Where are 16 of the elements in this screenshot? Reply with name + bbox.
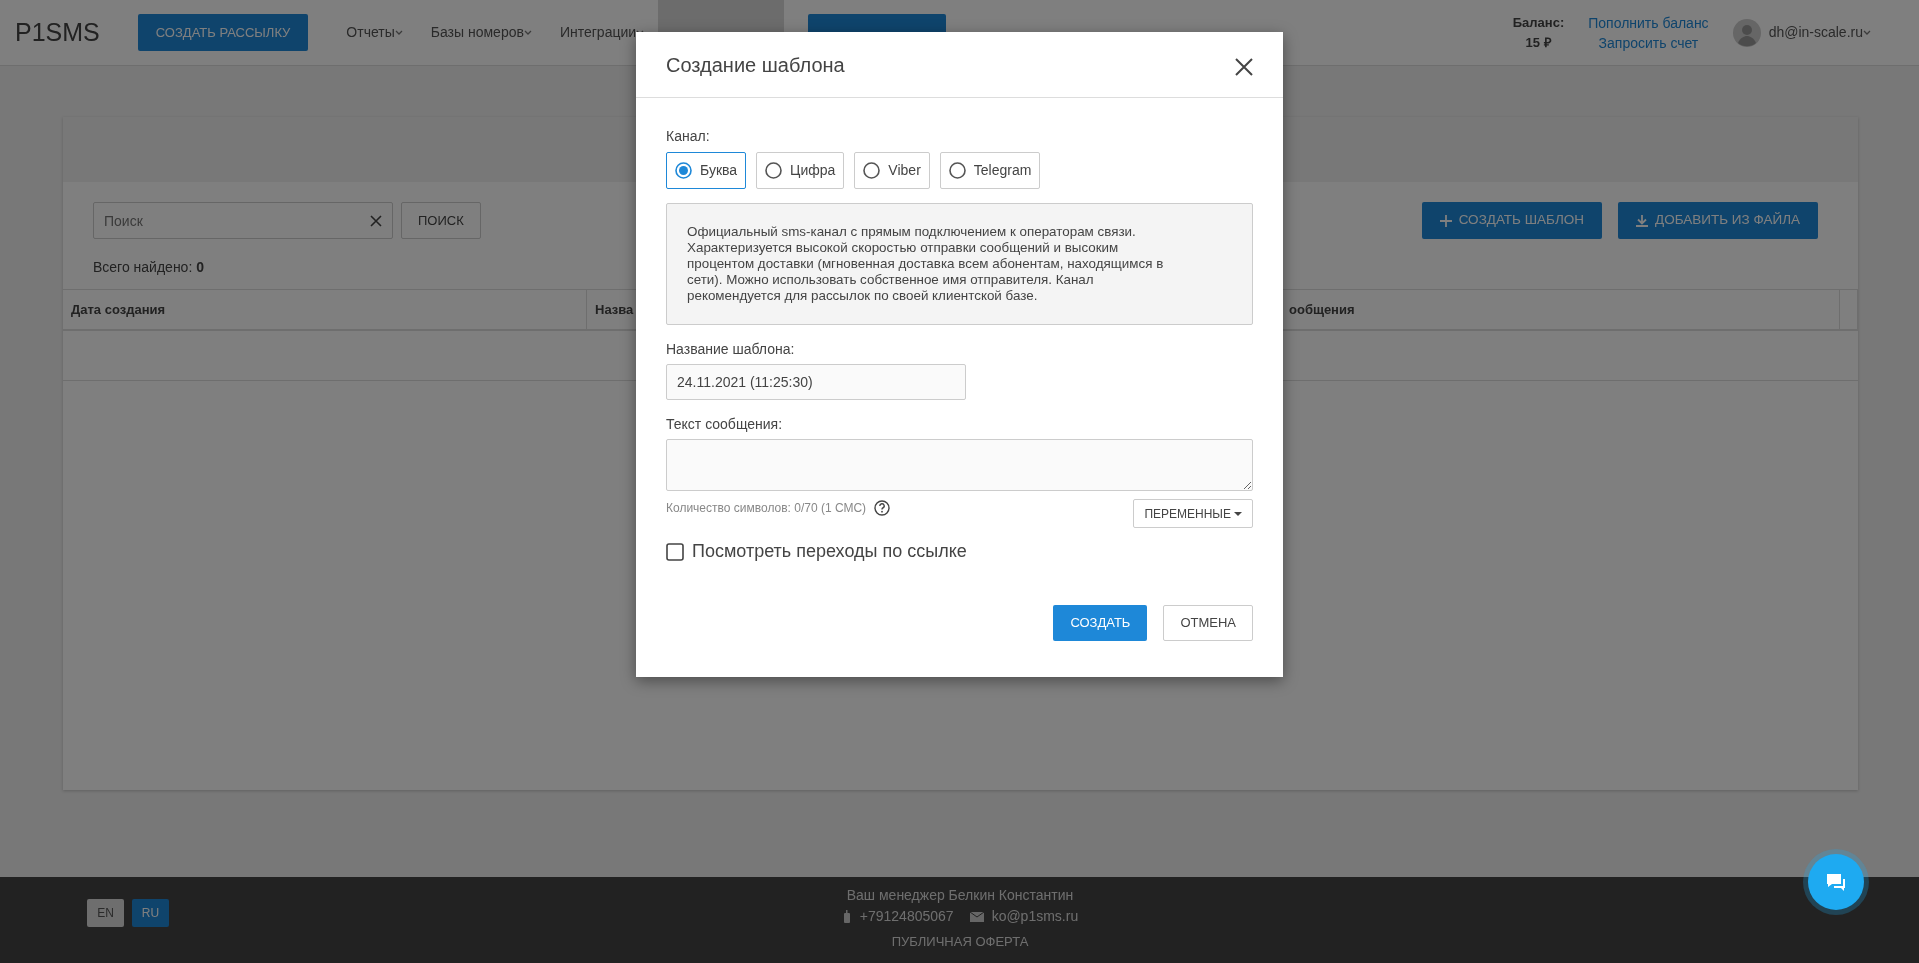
radio-label: Цифра xyxy=(790,161,836,180)
balance-label: Баланс: xyxy=(1512,13,1565,32)
radio-label: Telegram xyxy=(973,161,1032,180)
manager-name: Ваш менеджер Белкин Константин xyxy=(846,886,1074,905)
name-label: Название шаблона: xyxy=(666,340,796,359)
total-found: Всего найдено: 0 xyxy=(93,259,204,275)
character-counter: Количество символов: 0/70 (1 СМС) xyxy=(666,500,867,517)
channel-description: Официальный sms-канал с прямым подключением к операторам связи. Характеризуется высокой скоростью отправки сообщений и высоким процентом доставки (мгновенная доставка всем абонентам, находящимся в сети). Можно использовать собственное имя отправителя. Канал рекомендуется для рассылок по своей клиентской базе. xyxy=(666,203,1253,325)
radio-label: Viber xyxy=(888,161,921,180)
checkbox-label: Посмотреть переходы по ссылке xyxy=(692,540,967,563)
message-label: Текст сообщения: xyxy=(666,415,784,434)
channel-label: Канал: xyxy=(666,127,711,146)
phone-number: +79124805067 xyxy=(859,907,954,926)
modal-title: Создание шаблона xyxy=(666,52,845,77)
radio-label: Буква xyxy=(700,161,738,180)
balance-amount: 15 ₽ xyxy=(1524,33,1553,52)
